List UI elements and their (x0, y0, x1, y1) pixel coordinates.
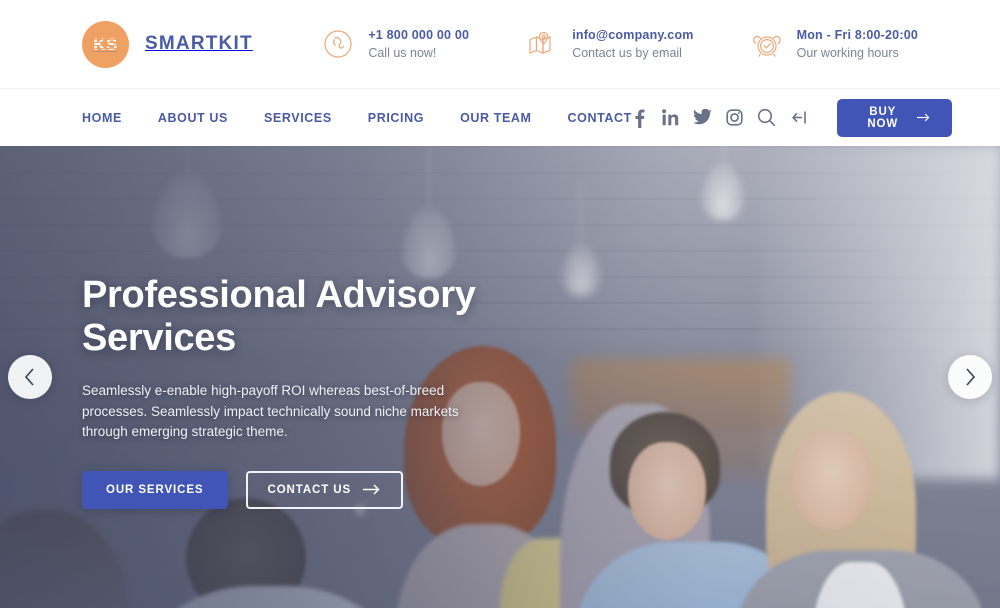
instagram-icon[interactable] (726, 107, 743, 129)
slider-next-button[interactable] (948, 355, 992, 399)
header-phone-caption: Call us now! (368, 45, 437, 60)
arrow-right-icon (363, 484, 380, 495)
chevron-right-icon (966, 368, 976, 386)
arrow-right-icon (916, 113, 929, 122)
buy-now-button[interactable]: BUY NOW (836, 98, 952, 137)
nav-item-about-us[interactable]: ABOUT US (158, 111, 228, 125)
brand-name: SMARTKIT (145, 33, 253, 54)
header-info-phone[interactable]: +1 800 000 00 00 Call us now! (321, 26, 469, 63)
login-arrow-icon[interactable] (790, 107, 809, 129)
linkedin-icon[interactable] (661, 107, 679, 129)
header-info-email[interactable]: info@company.com Contact us by email (525, 26, 693, 63)
nav-item-services[interactable]: SERVICES (264, 111, 332, 125)
brand-logo[interactable]: KS SMARTKIT (82, 20, 253, 68)
our-services-button[interactable]: OUR SERVICES (82, 470, 228, 509)
brand-mark-icon: KS (82, 20, 129, 68)
hero-content: Professional Advisory Services Seamlessl… (82, 274, 552, 509)
hero-description: Seamlessly e-enable high-payoff ROI wher… (82, 383, 459, 440)
nav-actions: BUY NOW (632, 98, 952, 137)
hero-slider: Professional Advisory Services Seamlessl… (0, 146, 1000, 608)
header-phone-number: +1 800 000 00 00 (368, 27, 470, 42)
nav-item-pricing[interactable]: PRICING (368, 111, 424, 125)
nav-item-our-team[interactable]: OUR TEAM (460, 111, 531, 125)
search-icon[interactable] (757, 107, 776, 129)
brand-mark-text: KS (92, 34, 119, 54)
header-email-address: info@company.com (572, 27, 694, 42)
hero-title: Professional Advisory Services (82, 274, 476, 359)
header-contact-info: +1 800 000 00 00 Call us now! info@compa… (321, 26, 918, 63)
twitter-icon[interactable] (693, 107, 712, 129)
slider-prev-button[interactable] (8, 355, 52, 399)
header-hours-value: Mon - Fri 8:00-20:00 (796, 27, 918, 42)
facebook-icon[interactable] (632, 107, 648, 129)
header-email-caption: Contact us by email (572, 45, 682, 60)
contact-us-label: CONTACT US (267, 483, 352, 496)
chevron-left-icon (24, 368, 34, 386)
buy-now-label: BUY NOW (867, 105, 899, 130)
nav-item-contact[interactable]: CONTACT (568, 111, 632, 125)
site-header: KS SMARTKIT +1 800 000 00 00 Call us now… (0, 0, 1000, 88)
header-hours-caption: Our working hours (796, 45, 899, 60)
nav-links: HOME ABOUT US SERVICES PRICING OUR TEAM … (82, 111, 632, 125)
phone-icon (321, 27, 355, 61)
map-icon (525, 27, 559, 61)
nav-item-home[interactable]: HOME (82, 111, 122, 125)
hero-actions: OUR SERVICES CONTACT US (82, 470, 552, 509)
alarm-clock-icon (750, 27, 784, 61)
main-navigation: HOME ABOUT US SERVICES PRICING OUR TEAM … (0, 88, 1000, 146)
contact-us-button[interactable]: CONTACT US (245, 470, 404, 509)
header-info-hours: Mon - Fri 8:00-20:00 Our working hours (750, 26, 918, 63)
